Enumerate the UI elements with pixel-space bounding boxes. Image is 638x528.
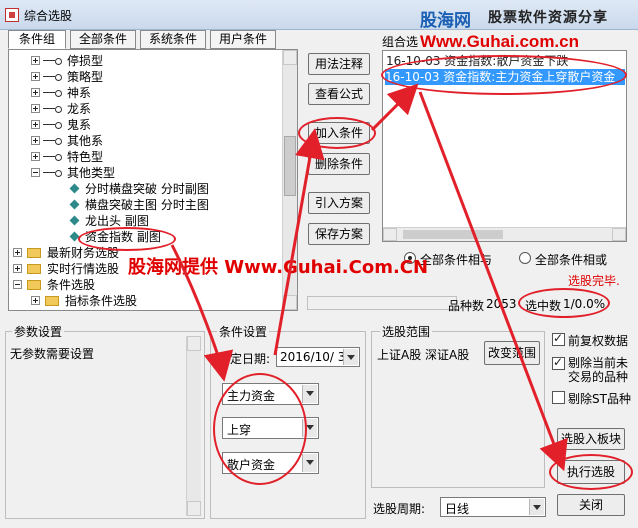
highlight-condition-list [381, 55, 627, 95]
highlight-add-button [298, 117, 376, 149]
highlight-tree-item [78, 227, 176, 251]
highlight-condition-fields [213, 373, 307, 485]
highlight-execute-button [549, 454, 633, 490]
highlight-selected-count [518, 288, 610, 318]
